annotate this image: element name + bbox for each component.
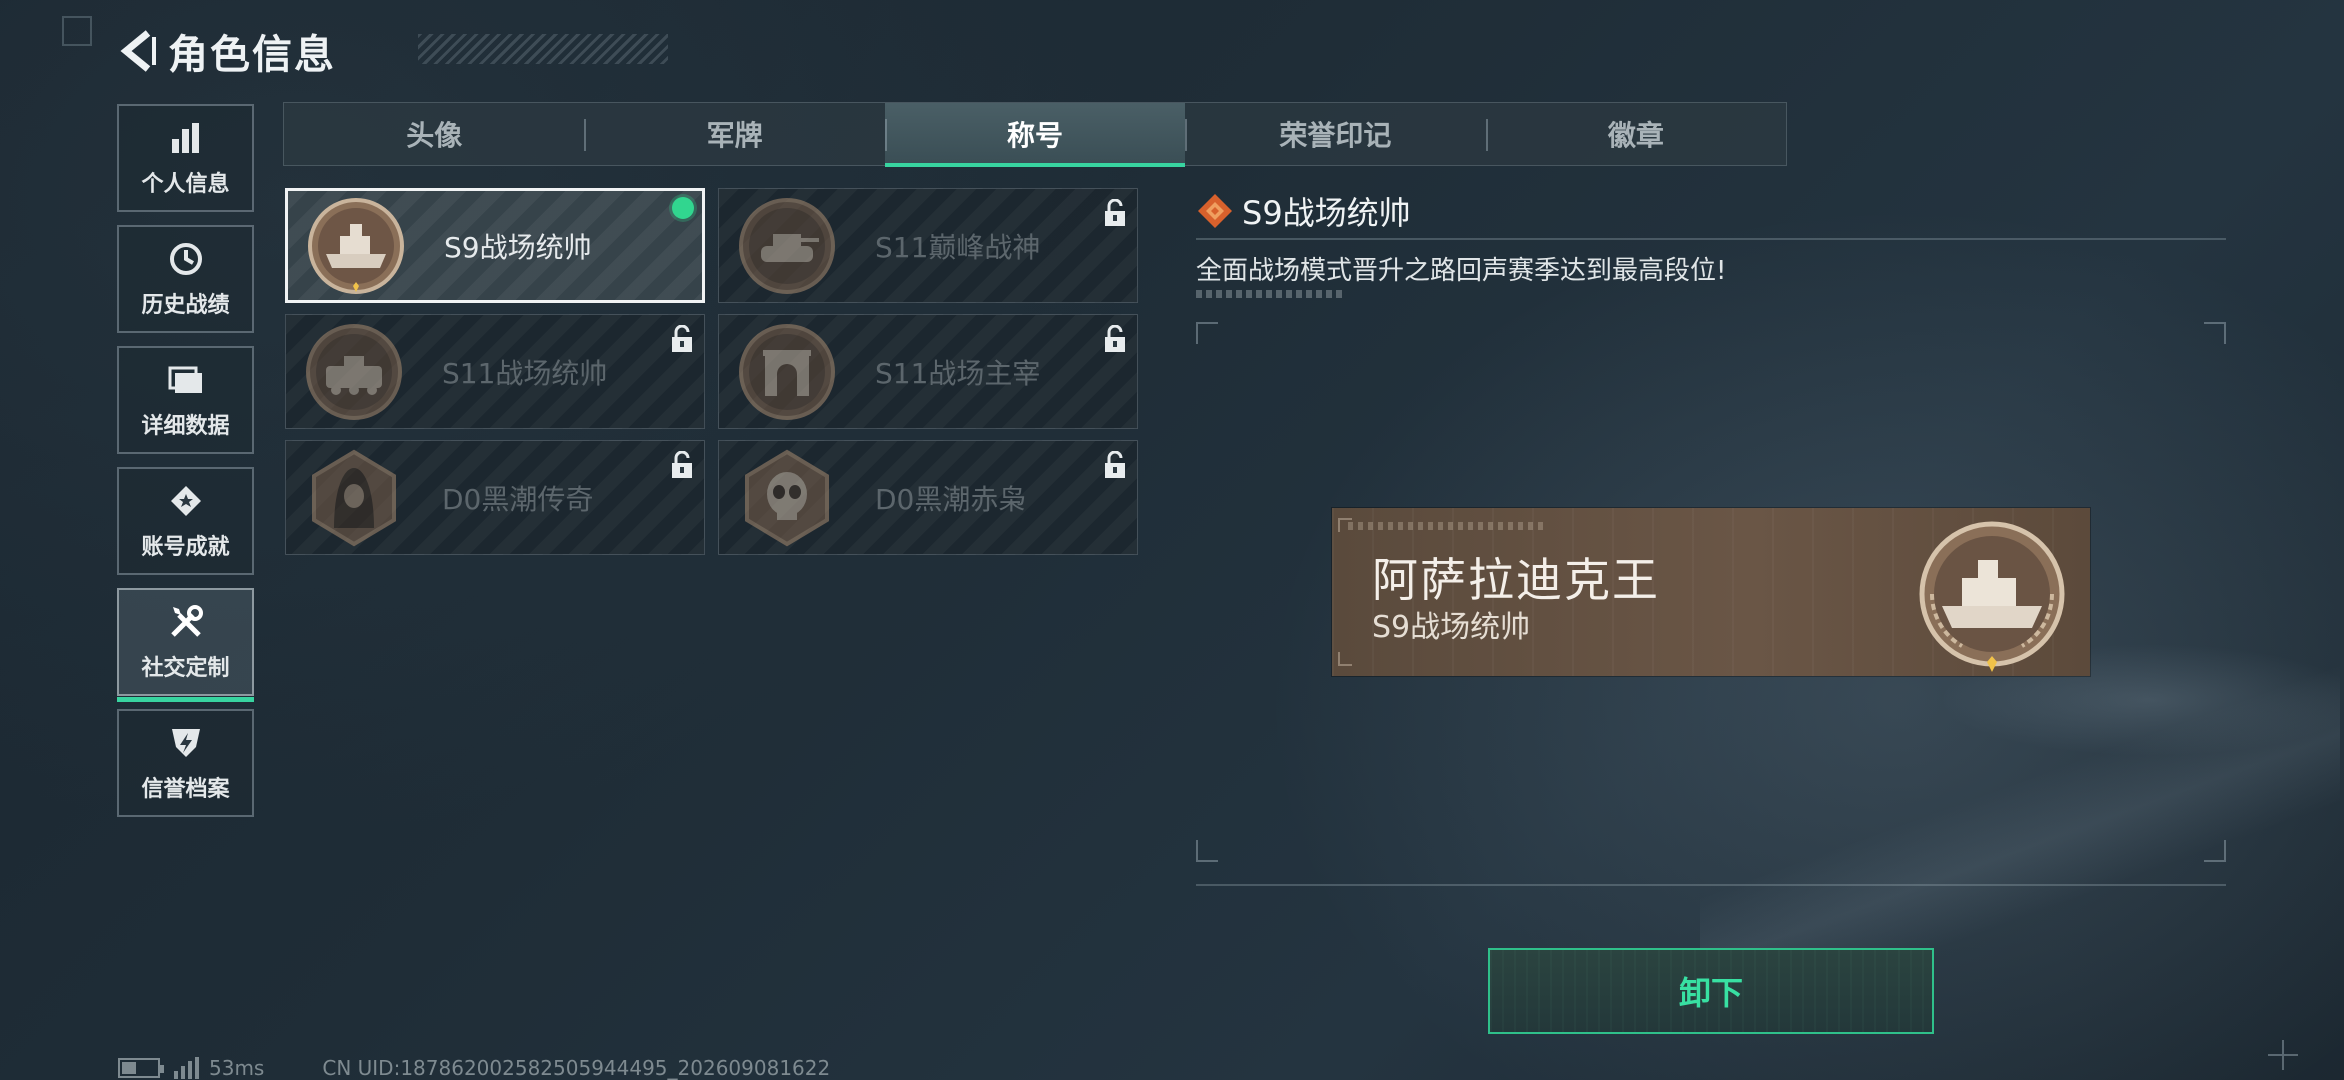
- bar-chart-icon: [166, 118, 206, 158]
- title-card[interactable]: D0黑潮传奇: [285, 440, 705, 555]
- title-name: D0黑潮传奇: [442, 482, 594, 516]
- equipped-indicator: [672, 197, 694, 219]
- frame-corner: [2204, 322, 2226, 344]
- title-card[interactable]: D0黑潮赤枭: [718, 440, 1138, 555]
- divider: [1196, 884, 2226, 886]
- title-name: S9战场统帅: [444, 230, 592, 264]
- tab-badge[interactable]: 徽章: [1485, 103, 1786, 165]
- divider: [1196, 238, 2226, 240]
- sidebar-item-history[interactable]: 历史战绩: [117, 225, 254, 333]
- detail-description: 全面战场模式晋升之路回声赛季达到最高段位!: [1196, 256, 1727, 286]
- sidebar-item-achievements[interactable]: 账号成就: [117, 467, 254, 575]
- description-strip-decoration: [1196, 290, 1346, 298]
- title-card[interactable]: S9战场统帅: [285, 188, 705, 303]
- title-hatch-decoration: [418, 34, 668, 64]
- nameplate-strip-decoration: [1348, 522, 1548, 530]
- title-name: D0黑潮赤枭: [875, 482, 1027, 516]
- uid-text: CN UID:18786200258250594449​5_2026090816…: [322, 1056, 831, 1080]
- detail-header: S9战场统帅: [1196, 188, 1411, 234]
- status-bar: 53ms CN UID:18786200258250594449​5_20260…: [118, 1056, 830, 1080]
- title-name: S11巅峰战神: [875, 230, 1041, 264]
- crosshair-icon: [2268, 1040, 2298, 1070]
- folder-icon: [166, 360, 206, 400]
- page-header: 角色信息: [118, 20, 668, 82]
- sidebar-item-detailed-data[interactable]: 详细数据: [117, 346, 254, 454]
- nameplate-corner: [1338, 518, 1352, 532]
- battery-icon: [118, 1058, 164, 1078]
- sidebar-item-personal-info[interactable]: 个人信息: [117, 104, 254, 212]
- ship-medal-icon: [1912, 516, 2072, 676]
- apc-medal-icon: [304, 322, 404, 422]
- tab-avatar[interactable]: 头像: [284, 103, 584, 165]
- back-arrow-icon[interactable]: [118, 29, 158, 73]
- title-name: S11战场统帅: [442, 356, 608, 390]
- title-card[interactable]: S11巅峰战神: [718, 188, 1138, 303]
- detail-title: S9战场统帅: [1242, 194, 1411, 232]
- nameplate-preview: 阿萨拉迪克王 S9战场统帅: [1332, 508, 2090, 676]
- tab-bar: 头像 军牌 称号 荣誉印记 徽章: [283, 102, 1787, 167]
- diamond-rank-icon: [1196, 192, 1234, 230]
- lock-icon: [670, 324, 694, 353]
- lock-icon: [1103, 450, 1127, 479]
- unequip-button[interactable]: 卸下: [1488, 948, 1934, 1034]
- nameplate-title: S9战场统帅: [1372, 610, 1531, 645]
- corner-decoration: [62, 16, 92, 46]
- lock-icon: [1103, 198, 1127, 227]
- sidebar: 个人信息 历史战绩 详细数据 账号成就 社交定制 信誉档案: [117, 104, 254, 830]
- sidebar-item-label: 详细数据: [141, 414, 230, 439]
- page-title: 角色信息: [168, 32, 336, 78]
- tank-medal-icon: [737, 196, 837, 296]
- frame-corner: [1196, 322, 1218, 344]
- achievement-icon: [166, 481, 206, 521]
- tab-dog-tag[interactable]: 军牌: [584, 103, 884, 165]
- clock-icon: [166, 239, 206, 279]
- sidebar-item-label: 社交定制: [141, 656, 230, 681]
- sidebar-item-label: 个人信息: [141, 172, 230, 197]
- nameplate-corner: [1338, 652, 1352, 666]
- tab-title[interactable]: 称号: [884, 103, 1186, 167]
- hooded-figure-medal-icon: [304, 448, 404, 548]
- credit-shield-icon: [166, 723, 206, 763]
- ping-readout: 53ms: [209, 1056, 265, 1080]
- skull-medal-icon: [737, 448, 837, 548]
- title-grid: S9战场统帅 S11巅峰战神 S11战场统帅 S11战场主宰 D0黑潮传奇 D0…: [285, 188, 1140, 555]
- title-card[interactable]: S11战场统帅: [285, 314, 705, 429]
- frame-corner: [2204, 840, 2226, 862]
- tools-icon: [166, 602, 206, 642]
- arch-medal-icon: [737, 322, 837, 422]
- sidebar-item-label: 账号成就: [141, 535, 230, 560]
- title-card[interactable]: S11战场主宰: [718, 314, 1138, 429]
- frame-corner: [1196, 840, 1218, 862]
- tab-honor-mark[interactable]: 荣誉印记: [1185, 103, 1485, 165]
- sidebar-item-social-custom[interactable]: 社交定制: [117, 588, 254, 702]
- player-name: 阿萨拉迪克王: [1372, 553, 1660, 607]
- lock-icon: [1103, 324, 1127, 353]
- sidebar-item-credit-record[interactable]: 信誉档案: [117, 709, 254, 817]
- signal-icon: [174, 1057, 199, 1079]
- ship-medal-icon: [306, 196, 406, 296]
- sidebar-item-label: 历史战绩: [141, 293, 230, 318]
- lock-icon: [670, 450, 694, 479]
- title-name: S11战场主宰: [875, 356, 1041, 390]
- sidebar-item-label: 信誉档案: [141, 777, 230, 802]
